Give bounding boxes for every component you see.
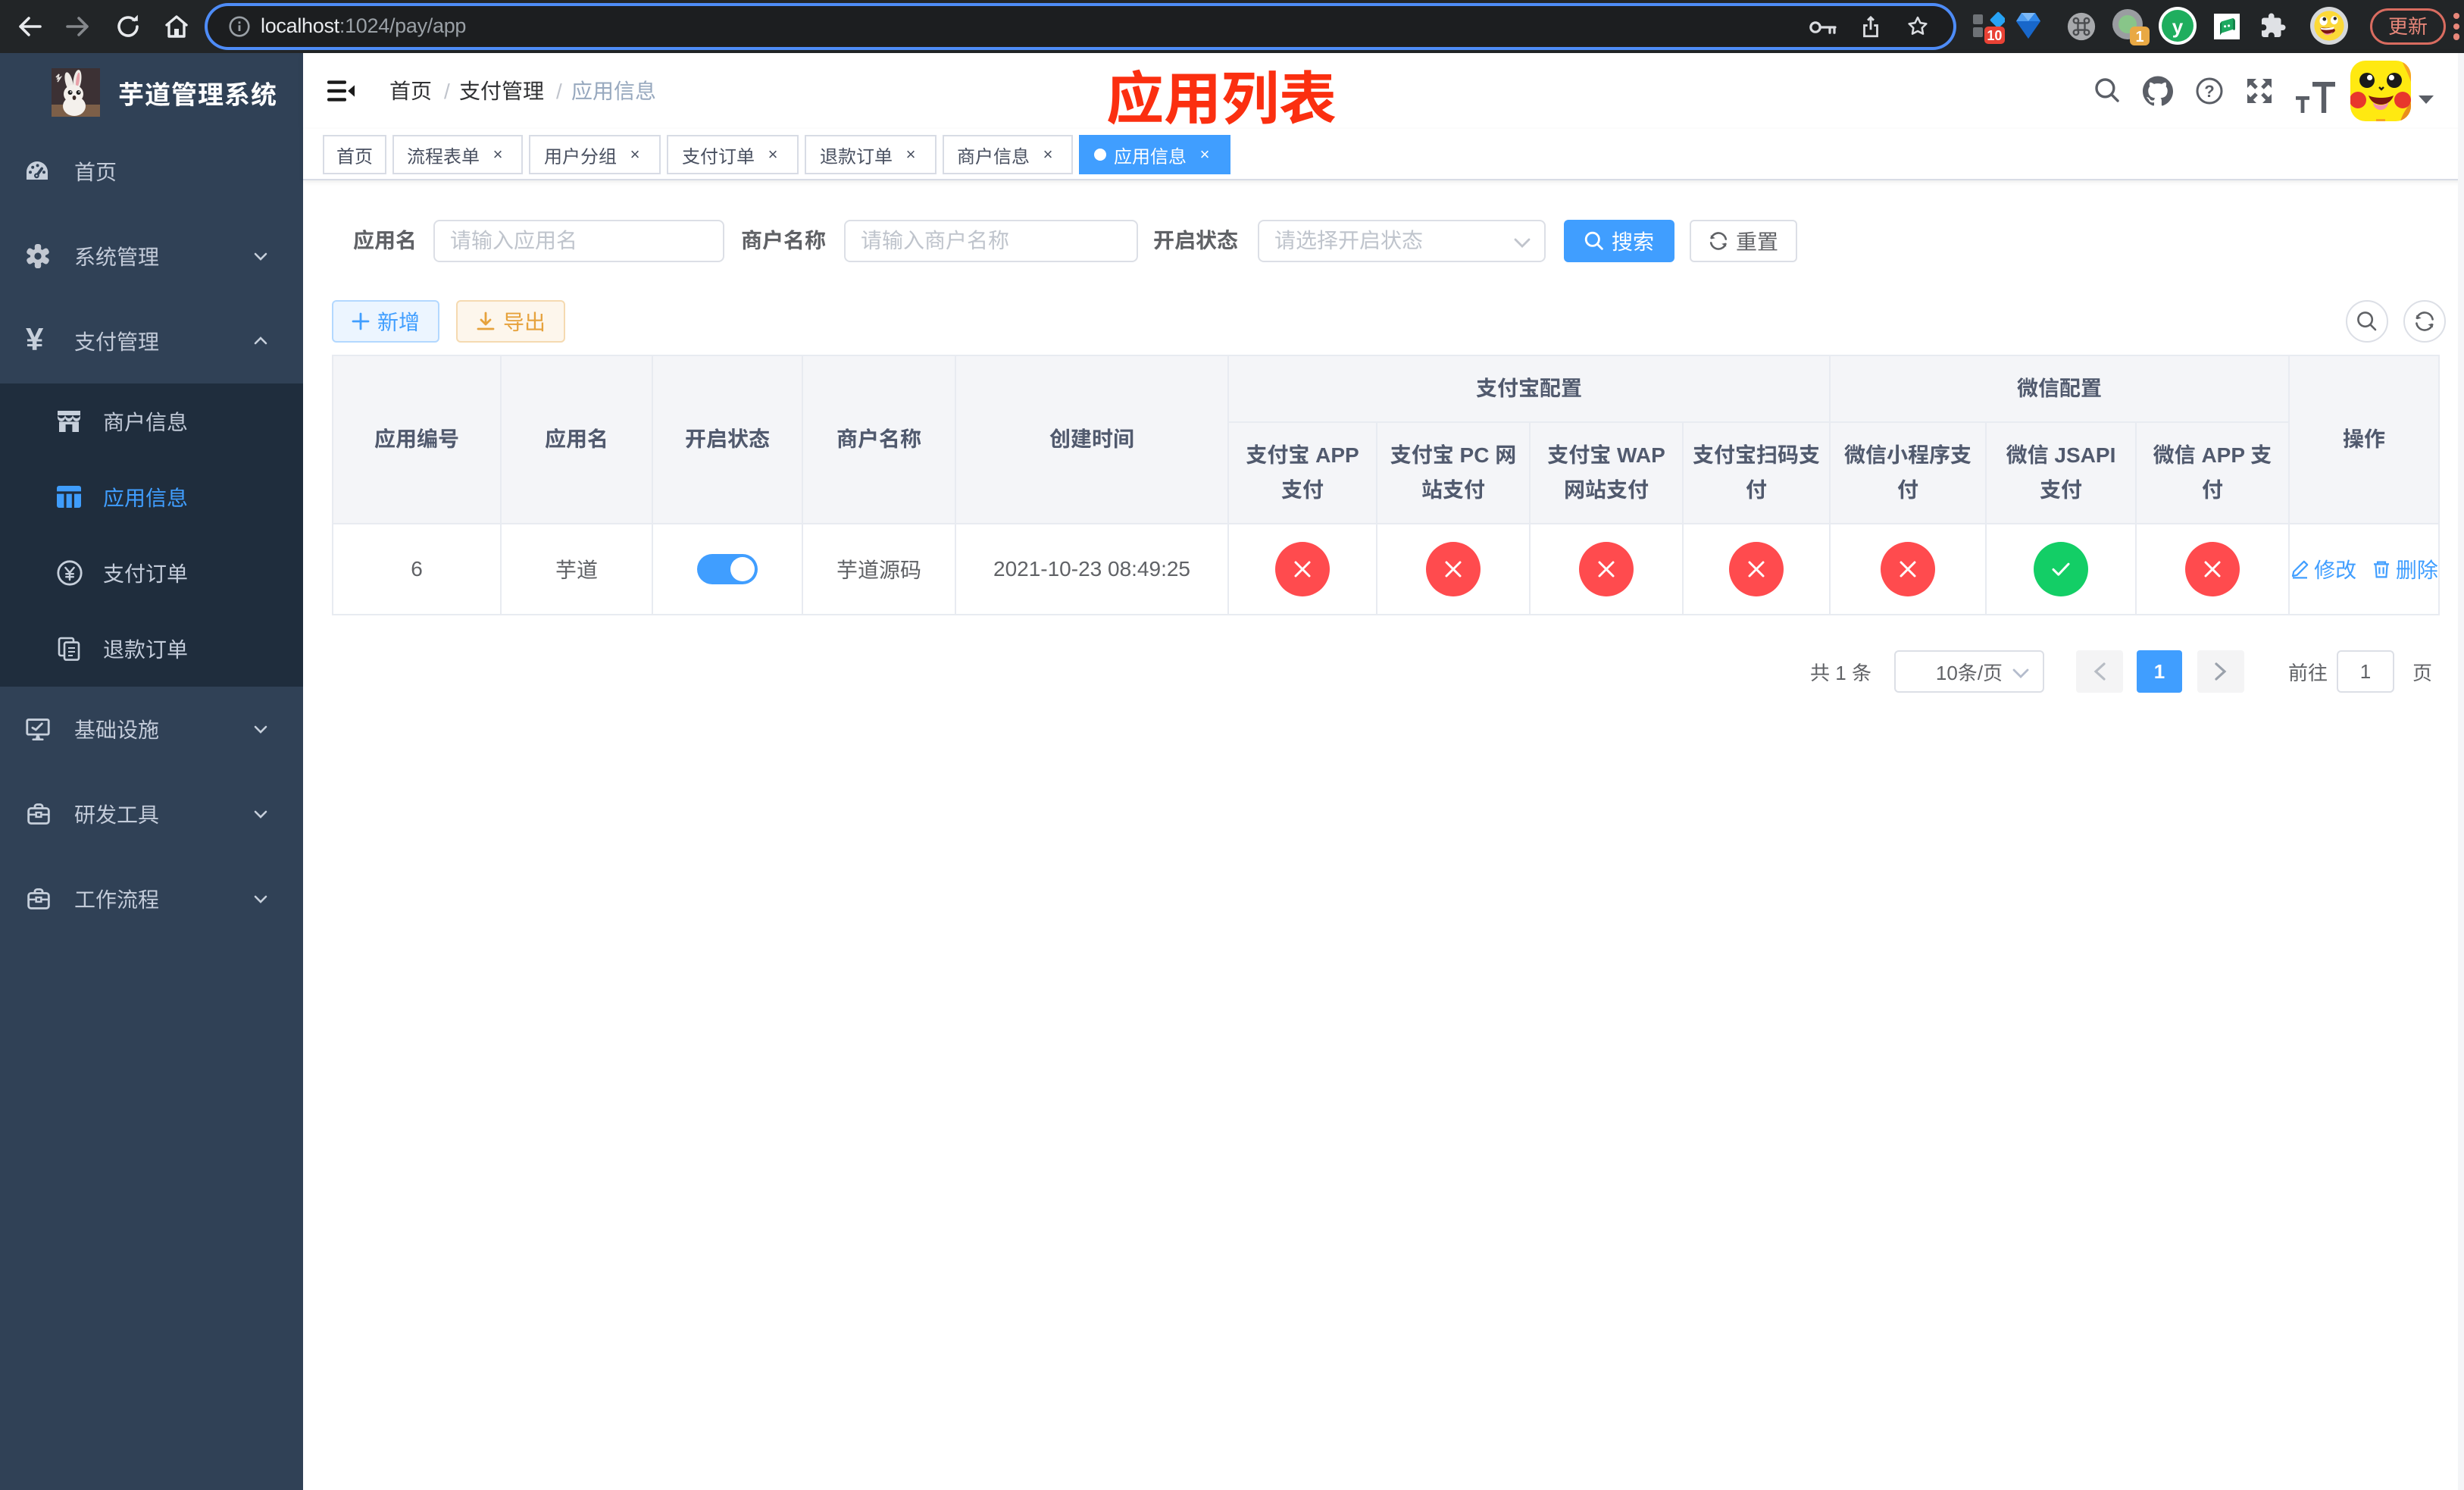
svg-text:y: y — [2172, 15, 2184, 38]
svg-text:?: ? — [2204, 82, 2214, 101]
svg-text:1: 1 — [2135, 29, 2143, 45]
svg-text:10: 10 — [1987, 28, 2002, 43]
